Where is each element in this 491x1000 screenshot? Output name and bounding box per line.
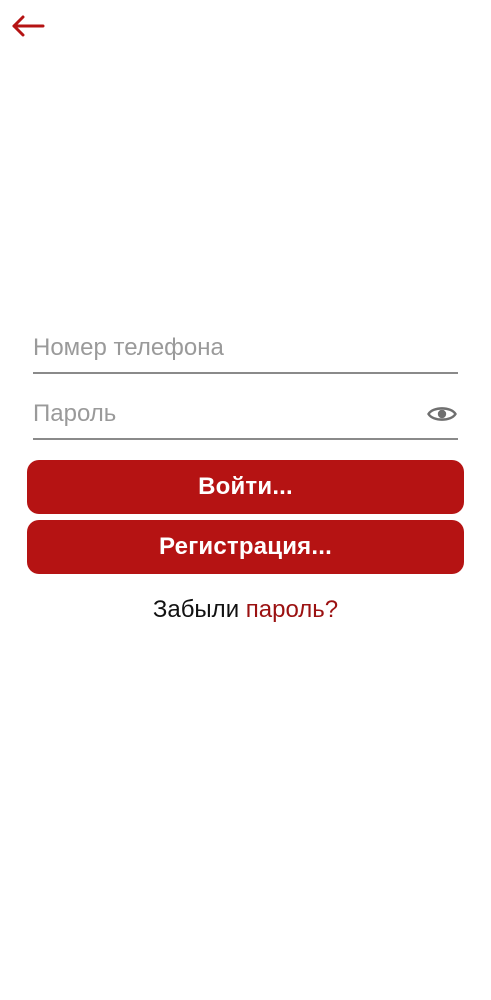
back-button[interactable] xyxy=(8,8,48,44)
login-button[interactable]: Войти... xyxy=(27,460,464,514)
forgot-password-row: Забыли пароль? xyxy=(0,596,491,624)
register-button[interactable]: Регистрация... xyxy=(27,520,464,574)
password-underline xyxy=(33,438,458,440)
phone-underline xyxy=(33,372,458,374)
arrow-left-icon xyxy=(12,15,45,37)
eye-icon xyxy=(427,407,457,421)
forgot-password-link[interactable]: пароль? xyxy=(246,596,338,623)
password-input[interactable] xyxy=(33,394,458,434)
phone-input[interactable] xyxy=(33,328,458,368)
show-password-toggle[interactable] xyxy=(426,402,458,426)
forgot-password-prefix: Забыли xyxy=(152,596,240,623)
password-field[interactable] xyxy=(33,394,458,440)
phone-field[interactable] xyxy=(33,328,458,374)
